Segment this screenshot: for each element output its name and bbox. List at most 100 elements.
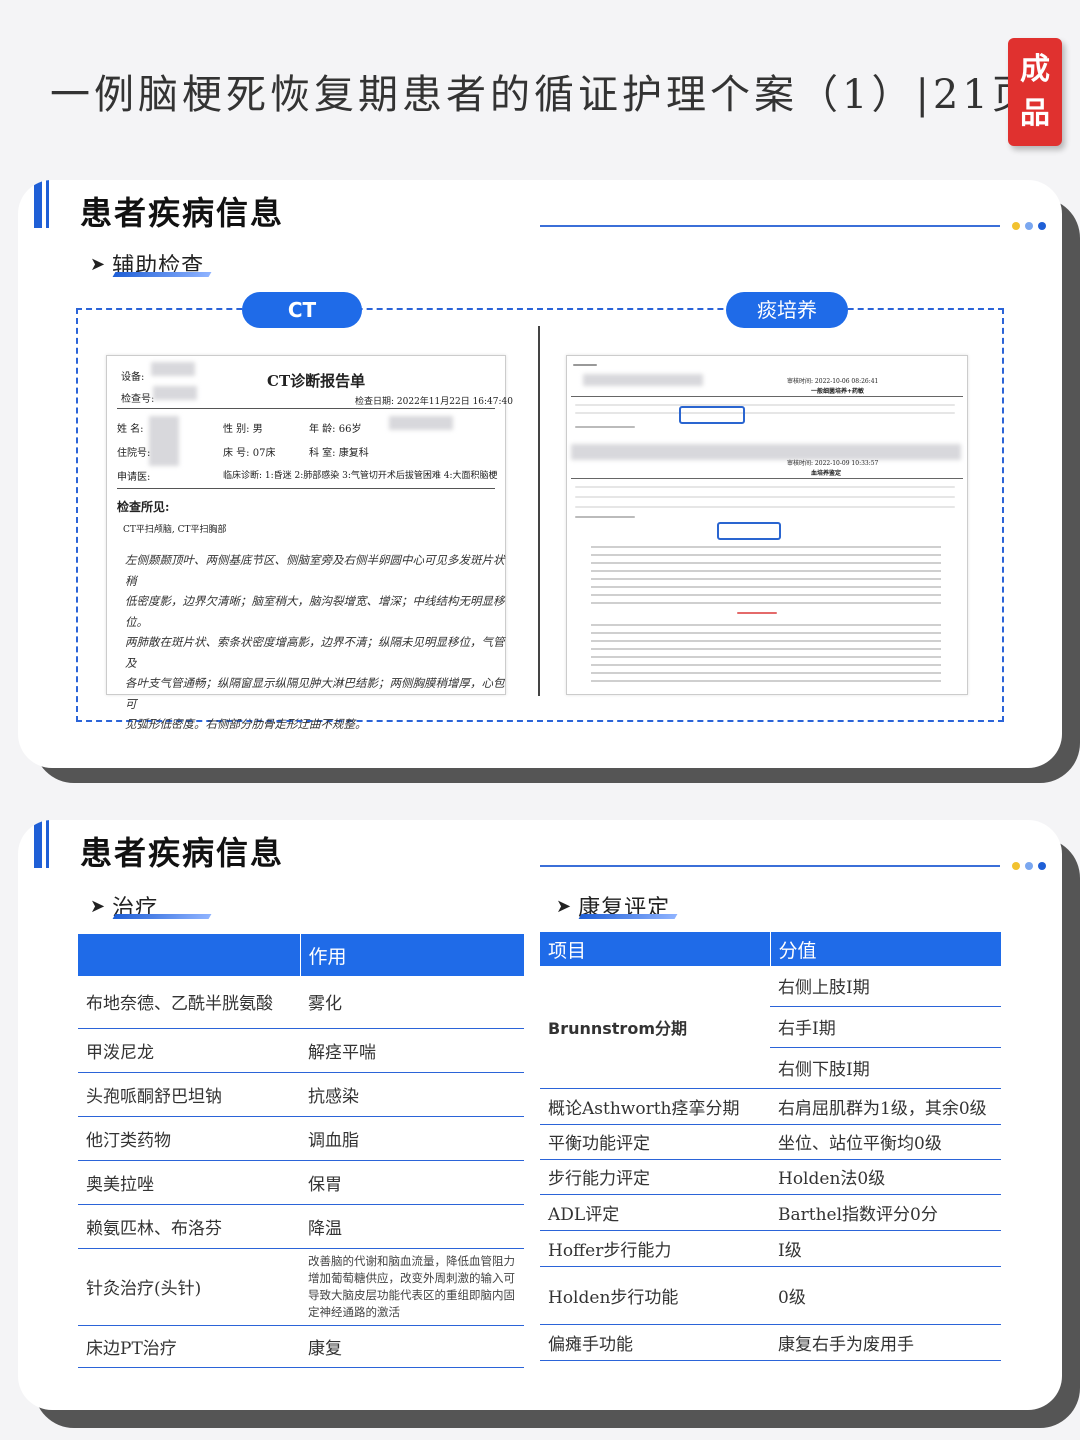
drug-cell: 奥美拉唑 [78,1160,300,1205]
section-bar-thin [46,820,49,868]
effect-cell: 调血脂 [300,1116,524,1161]
item-cell: 偏瘫手功能 [540,1324,770,1361]
decor-dots [1012,862,1046,870]
gender: 性 别: 男 [223,424,263,435]
findings-line: 见弧形低密度。右侧部分肋骨走形迂曲不规整。 [125,717,367,731]
rehab-table: 项目 分值 Brunnstrom分期 右侧上肢I期 右手I期 右侧下肢I期 概论… [540,932,1001,1361]
effect-cell: 保胃 [300,1160,524,1205]
findings-line: 左侧颞颞顶叶、两侧基底节区、侧脑室旁及右侧半卵圆中心可见多发斑片状稍 [125,553,505,588]
applicant-label: 申请医: [117,472,151,483]
section-bar-thin [46,180,49,228]
value-cell: 康复右手为废用手 [770,1324,1001,1361]
chevron-right-icon: ➤ [90,253,107,275]
card-treatment-rehab: 患者疾病信息 ➤ 治疗 ➤ 康复评定 作用 布地奈德、乙酰半胱氨酸 雾化 甲泼尼龙… [18,820,1062,1410]
section-bar [34,820,42,868]
table-row: 头孢哌酮舒巴坦钠 抗感染 [78,1072,524,1117]
header-drug [78,934,301,976]
item-cell: Hoffer步行能力 [540,1230,770,1267]
table-row: 床边PT治疗 康复 [78,1325,524,1368]
antibiotic-grid-2 [591,624,941,682]
item-cell: 概论Asthworth痉挛分期 [540,1088,770,1125]
subsection-underline [578,914,678,919]
item-cell: 步行能力评定 [540,1159,770,1195]
drug-cell: 头孢哌酮舒巴坦钠 [78,1072,300,1117]
table-row: 布地奈德、乙酰半胱氨酸 雾化 [78,976,524,1029]
value-cell: I级 [770,1230,1001,1267]
device-label: 设备: [121,372,145,383]
table-row: 针灸治疗(头针) 改善脑的代谢和脑血流量，降低血管阻力增加葡萄糖供应，改变外周刺激… [78,1248,524,1326]
treatment-table: 作用 布地奈德、乙酰半胱氨酸 雾化 甲泼尼龙 解痉平喘 头孢哌酮舒巴坦钠 抗感染 他汀… [78,934,524,1368]
findings-line: 各叶支气管通畅；纵隔窗显示纵隔见肿大淋巴结影；两侧胸膜稍增厚，心包可 [125,676,505,711]
effect-cell: 雾化 [300,976,524,1029]
item-cell: ADL评定 [540,1194,770,1231]
item-cell: Holden步行功能 [540,1266,770,1325]
drug-cell: 甲泼尼龙 [78,1028,300,1073]
culture-report-image: 审核时间: 2022-10-06 08:26:41 一般细菌培养+药敏 审核时间… [566,355,968,695]
culture-title-1: 一般细菌培养+药敏 [811,388,865,395]
subsection-underline [112,272,212,277]
audit-time-2: 审核时间: 2022-10-09 10:33:57 [787,460,879,467]
findings-line: 低密度影，边界欠清晰；脑室稍大，脑沟裂增宽、增深；中线结构无明显移 [125,594,505,608]
table-row: 他汀类药物 调血脂 [78,1116,524,1161]
findings-line: 位。 [125,614,148,629]
table-row: 甲泼尼龙 解痉平喘 [78,1028,524,1073]
effect-cell: 改善脑的代谢和脑血流量，降低血管阻力增加葡萄糖供应，改变外周刺激的输入可导致大脑… [300,1248,524,1326]
effect-cell: 抗感染 [300,1072,524,1117]
subsection-underline [112,914,212,919]
value-cell: 坐位、站位平衡均0级 [770,1124,1001,1160]
stamp-line2: 品 [1020,96,1050,131]
audit-time-1: 审核时间: 2022-10-06 08:26:41 [787,378,879,385]
card-aux-exam: 患者疾病信息 ➤ 辅助检查 CT 痰培养 设备: CT诊断报告单 检查号: 检查… [18,180,1062,768]
value-cell: 右手I期 [770,1006,1001,1048]
value-cell: 右侧下肢I期 [770,1047,1001,1089]
exam-divider [538,326,540,696]
drug-cell: 赖氨匹林、布洛芬 [78,1204,300,1249]
findings-label: 检查所见: [117,500,170,514]
section-title: 患者疾病信息 [80,834,285,872]
culture-title-2: 血培养鉴定 [811,470,842,477]
drug-cell: 床边PT治疗 [78,1325,300,1368]
findings-text: 左侧颞颞顶叶、两侧基底节区、侧脑室旁及右侧半卵圆中心可见多发斑片状稍 低密度影，… [125,550,505,735]
stamp-badge: 成 品 [1008,38,1062,146]
value-cell: 0级 [770,1266,1001,1325]
stamp-line1: 成 [1020,52,1050,87]
table-row: 步行能力评定 Holden法0级 [540,1159,1001,1195]
section-title: 患者疾病信息 [80,194,285,232]
effect-cell: 解痉平喘 [300,1028,524,1073]
drug-cell: 他汀类药物 [78,1116,300,1161]
table-row: ADL评定 Barthel指数评分0分 [540,1194,1001,1231]
name-label: 姓 名: [117,424,144,435]
chevron-right-icon: ➤ [90,895,107,917]
scan-type: CT平扫颅脑, CT平扫胸部 [123,525,227,535]
header-item: 项目 [540,932,771,966]
value-cell: Barthel指数评分0分 [770,1194,1001,1231]
page-title: 一例脑梗死恢复期患者的循证护理个案（1）|21页 [50,72,1036,118]
drug-cell: 针灸治疗(头针) [78,1248,300,1326]
table-header-row: 作用 [78,934,524,976]
section-divider [540,225,1000,227]
table-header-row: 项目 分值 [540,932,1001,966]
table-row: 奥美拉唑 保胃 [78,1160,524,1205]
bed: 床 号: 07床 [223,448,276,459]
clinical-diagnosis: 临床诊断: 1:昏迷 2:肺部感染 3:气管切开术后拔管困难 4:大面积脑梗 [223,471,498,481]
antibiotic-grid-1 [591,546,941,608]
exam-no-label: 检查号: [121,394,155,405]
item-cell: 平衡功能评定 [540,1124,770,1160]
table-row: 平衡功能评定 坐位、站位平衡均0级 [540,1124,1001,1160]
ct-report-image: 设备: CT诊断报告单 检查号: 检查日期: 2022年11月22日 16:47… [106,355,513,731]
section-divider [540,865,1000,867]
decor-dots [1012,222,1046,230]
section-bar [34,180,42,228]
table-row: 赖氨匹林、布洛芬 降温 [78,1204,524,1249]
culture-label: 痰培养 [726,292,848,328]
inpatient-label: 住院号: [117,448,151,459]
value-cell: 右侧上肢I期 [770,966,1001,1007]
chevron-right-icon: ➤ [556,895,573,917]
header-value: 分值 [770,932,1001,966]
report-title: CT诊断报告单 [267,372,366,390]
table-row: 偏瘫手功能 康复右手为废用手 [540,1324,1001,1361]
effect-cell: 降温 [300,1204,524,1249]
item-cell: Brunnstrom分期 [540,966,770,1089]
header-effect: 作用 [300,934,524,976]
dept: 科 室: 康复科 [309,448,369,459]
